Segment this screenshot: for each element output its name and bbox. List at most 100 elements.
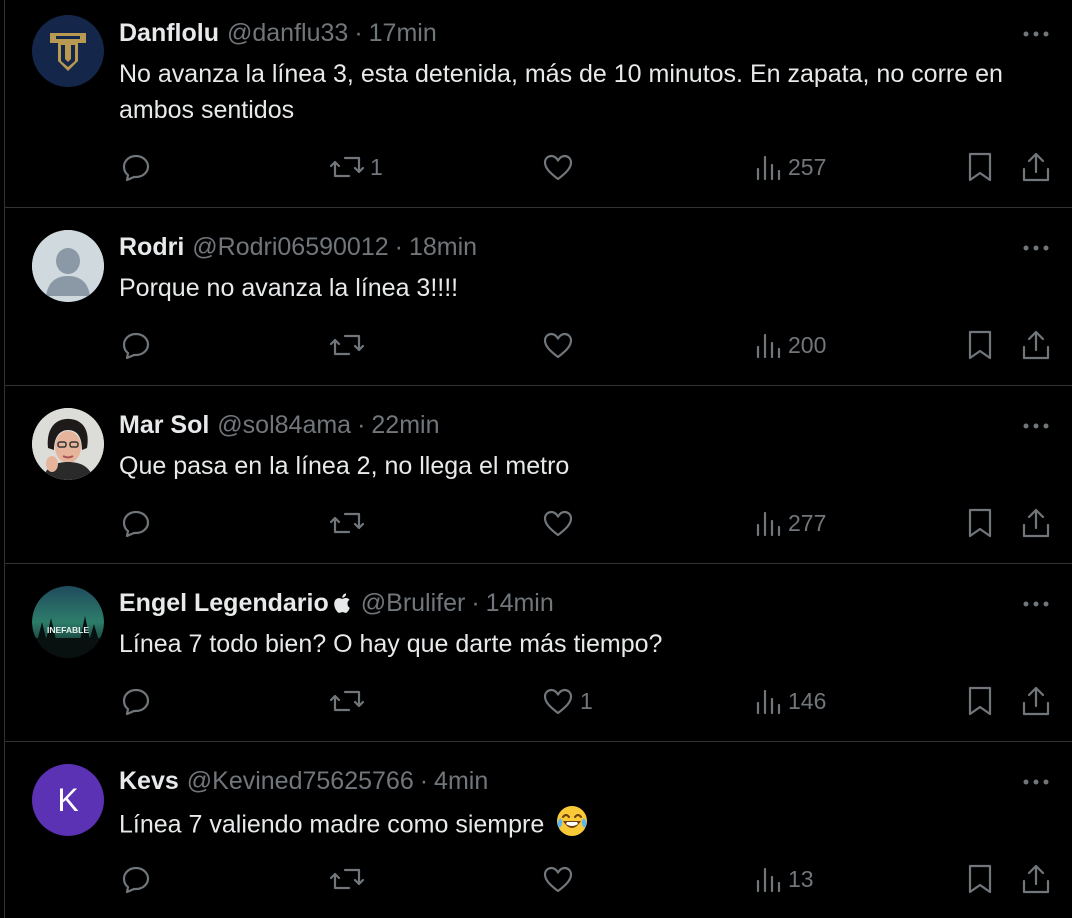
like-button[interactable]: [542, 862, 580, 896]
more-button[interactable]: [1020, 594, 1052, 614]
author-handle[interactable]: @Brulifer: [361, 589, 466, 618]
heart-icon: [542, 864, 574, 894]
timestamp[interactable]: 18min: [409, 233, 477, 262]
tweet-kevs[interactable]: K Kevs @Kevined75625766 · 4min Línea 7 v…: [5, 742, 1072, 918]
share-icon: [1021, 507, 1051, 539]
more-button[interactable]: [1020, 24, 1052, 44]
reply-icon: [120, 329, 152, 361]
views-button[interactable]: 200: [754, 328, 826, 362]
author-handle[interactable]: @sol84ama: [217, 411, 351, 440]
separator: ·: [471, 588, 480, 617]
bookmark-icon: [967, 507, 993, 539]
heart-icon: [542, 508, 574, 538]
bookmark-button[interactable]: [967, 862, 993, 896]
share-icon: [1021, 685, 1051, 717]
avatar[interactable]: [32, 15, 104, 87]
repost-icon: [330, 864, 364, 894]
timestamp[interactable]: 22min: [371, 411, 439, 440]
timestamp[interactable]: 17min: [369, 19, 437, 48]
more-icon: [1023, 601, 1049, 607]
author-name[interactable]: Engel Legendario: [119, 589, 329, 618]
repost-button[interactable]: [330, 506, 370, 540]
avatar[interactable]: [32, 230, 104, 302]
author-name[interactable]: Danflolu: [119, 19, 219, 48]
share-icon: [1021, 151, 1051, 183]
reply-icon: [120, 151, 152, 183]
avatar[interactable]: [32, 408, 104, 480]
separator: ·: [357, 410, 366, 439]
bookmark-button[interactable]: [967, 328, 993, 362]
reply-button[interactable]: [120, 150, 158, 184]
share-button[interactable]: [1021, 506, 1051, 540]
more-icon: [1023, 779, 1049, 785]
more-button[interactable]: [1020, 238, 1052, 258]
avatar-label: INEFABLE: [47, 625, 89, 635]
author-handle[interactable]: @danflu33: [227, 19, 348, 48]
share-button[interactable]: [1021, 328, 1051, 362]
share-button[interactable]: [1021, 150, 1051, 184]
author-name[interactable]: Rodri: [119, 233, 184, 262]
share-button[interactable]: [1021, 684, 1051, 718]
more-icon: [1023, 245, 1049, 251]
tweet-mar-sol[interactable]: Mar Sol @sol84ama · 22min Que pasa en la…: [5, 386, 1072, 564]
bookmark-button[interactable]: [967, 506, 993, 540]
views-icon: [754, 865, 782, 893]
more-button[interactable]: [1020, 772, 1052, 792]
author-handle[interactable]: @Kevined75625766: [187, 767, 414, 796]
tweet-header: Engel Legendario @Brulifer · 14min: [119, 586, 554, 620]
repost-button[interactable]: [330, 684, 370, 718]
reply-button[interactable]: [120, 862, 158, 896]
like-count: 1: [580, 687, 593, 714]
tweet-header: Danflolu @danflu33 · 17min: [119, 16, 437, 50]
tweet-engel-legendario[interactable]: INEFABLE Engel Legendario @Brulifer · 14…: [5, 564, 1072, 742]
reply-icon: [120, 863, 152, 895]
separator: ·: [394, 232, 403, 261]
inefable-forest-icon: INEFABLE: [32, 586, 104, 658]
views-button[interactable]: 277: [754, 506, 826, 540]
repost-button[interactable]: 1: [330, 150, 383, 184]
author-handle[interactable]: @Rodri06590012: [192, 233, 388, 262]
views-count: 277: [788, 509, 827, 536]
share-icon: [1021, 863, 1051, 895]
laughing-crying-emoji-icon: [555, 804, 589, 848]
bookmark-button[interactable]: [967, 684, 993, 718]
avatar[interactable]: K: [32, 764, 104, 836]
woman-photo-icon: [32, 408, 104, 480]
avatar[interactable]: INEFABLE: [32, 586, 104, 658]
views-count: 200: [788, 331, 827, 358]
tweet-danflolu[interactable]: Danflolu @danflu33 · 17min No avanza la …: [5, 0, 1072, 208]
author-name[interactable]: Mar Sol: [119, 411, 209, 440]
share-button[interactable]: [1021, 862, 1051, 896]
like-button[interactable]: [542, 506, 580, 540]
bookmark-button[interactable]: [967, 150, 993, 184]
views-button[interactable]: 146: [754, 684, 826, 718]
like-button[interactable]: 1: [542, 684, 593, 718]
timestamp[interactable]: 14min: [486, 589, 554, 618]
like-button[interactable]: [542, 150, 580, 184]
reply-button[interactable]: [120, 328, 158, 362]
views-icon: [754, 509, 782, 537]
views-button[interactable]: 13: [754, 862, 814, 896]
timestamp[interactable]: 4min: [434, 767, 488, 796]
repost-icon: [330, 686, 364, 716]
like-button[interactable]: [542, 328, 580, 362]
heart-icon: [542, 152, 574, 182]
reply-icon: [120, 507, 152, 539]
tweet-text: Línea 7 todo bien? O hay que darte más t…: [119, 630, 663, 658]
more-button[interactable]: [1020, 416, 1052, 436]
tweet-text: Que pasa en la línea 2, no llega el metr…: [119, 452, 570, 480]
bookmark-icon: [967, 863, 993, 895]
reply-button[interactable]: [120, 684, 158, 718]
bookmark-icon: [967, 151, 993, 183]
bookmark-icon: [967, 329, 993, 361]
tweet-rodri[interactable]: Rodri @Rodri06590012 · 18min Porque no a…: [5, 208, 1072, 386]
tweet-header: Rodri @Rodri06590012 · 18min: [119, 230, 477, 264]
reply-button[interactable]: [120, 506, 158, 540]
heart-icon: [542, 330, 574, 360]
views-button[interactable]: 257: [754, 150, 826, 184]
repost-button[interactable]: [330, 328, 370, 362]
repost-icon: [330, 330, 364, 360]
author-name[interactable]: Kevs: [119, 767, 179, 796]
share-icon: [1021, 329, 1051, 361]
repost-button[interactable]: [330, 862, 370, 896]
